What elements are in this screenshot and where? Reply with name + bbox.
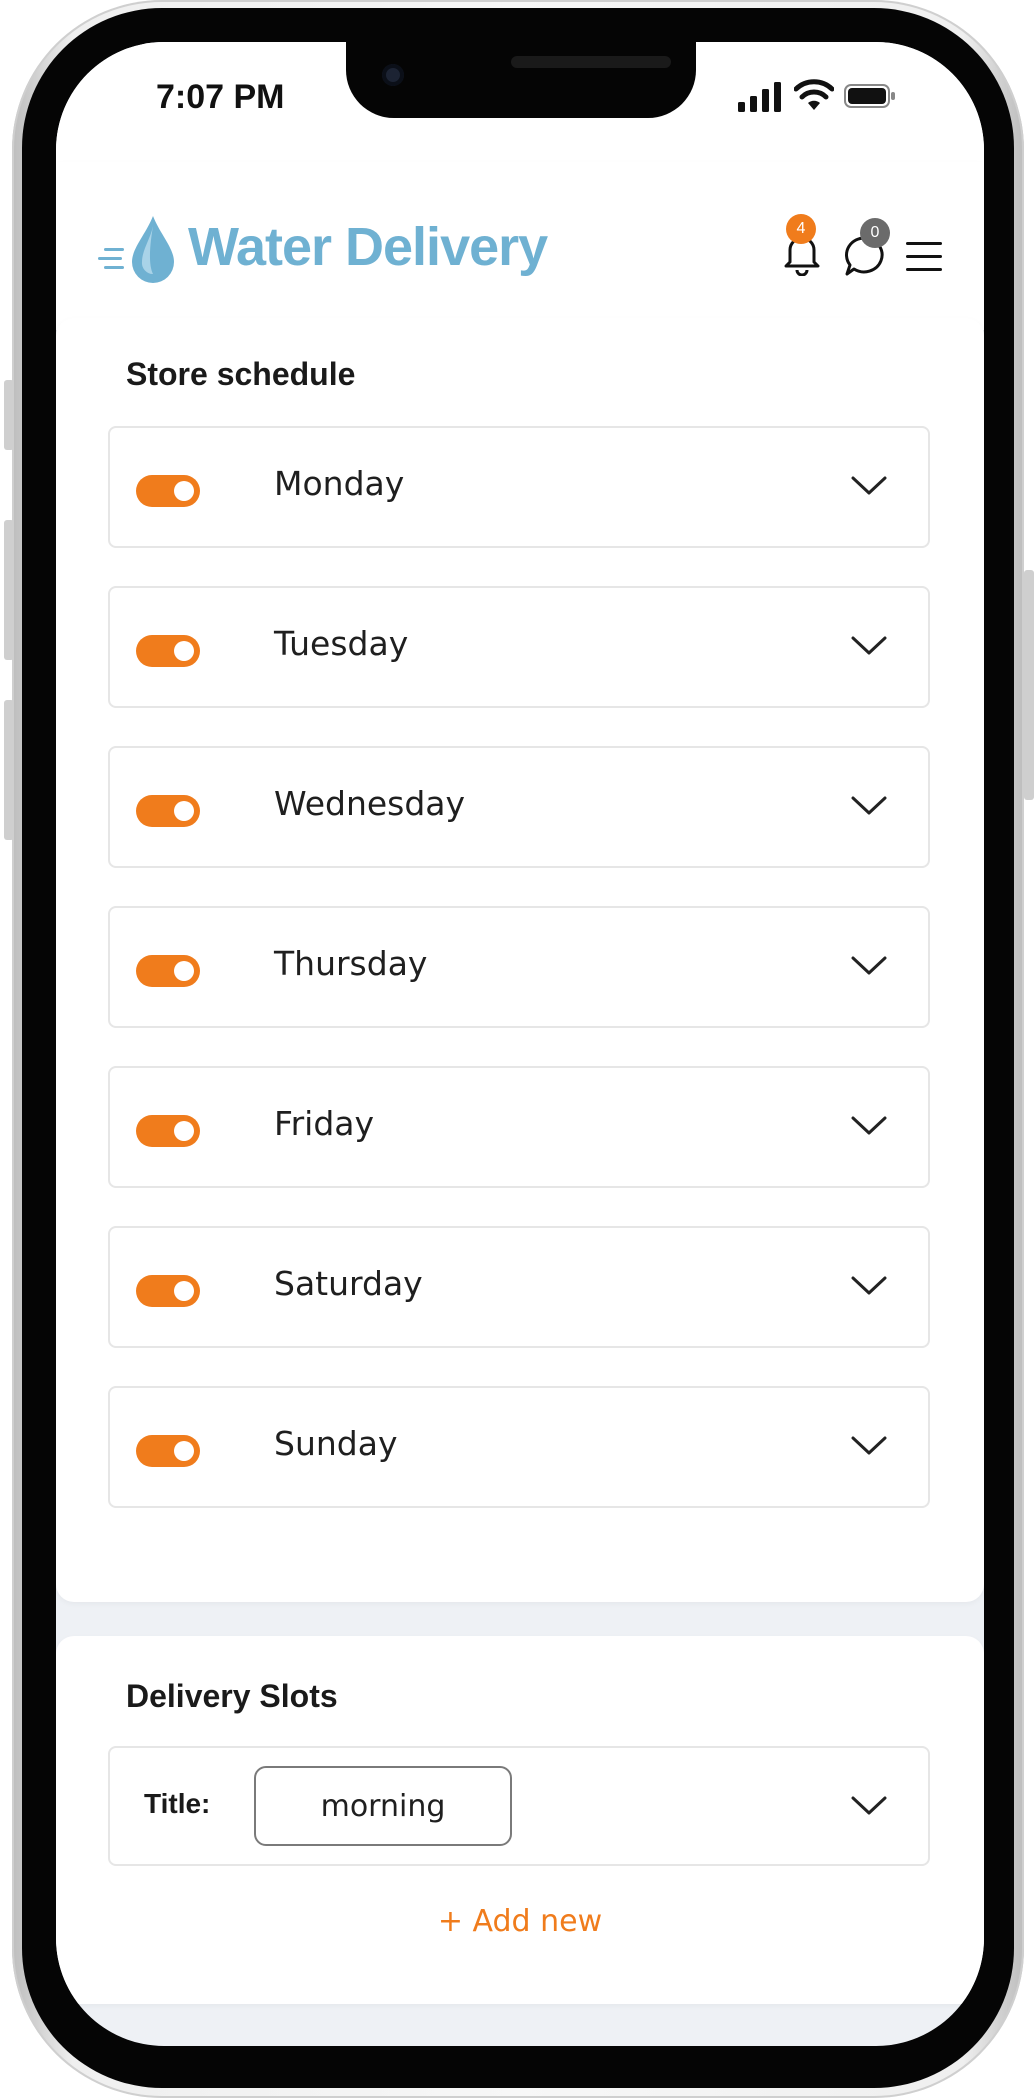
app-logo-text: Water Delivery <box>188 217 548 277</box>
day-label: Tuesday <box>274 624 409 663</box>
chevron-down-icon[interactable] <box>850 1794 888 1818</box>
toggle-knob <box>174 1281 194 1301</box>
phone-screen: 7:07 PM Water Delivery 4 0 Store schedul… <box>56 42 984 2046</box>
schedule-row-wednesday[interactable]: Wednesday <box>108 746 930 868</box>
day-label: Saturday <box>274 1264 423 1303</box>
battery-icon <box>844 84 895 108</box>
toggle-knob <box>174 1441 194 1461</box>
messages-count-badge: 0 <box>860 218 890 248</box>
logo-speed-lines-icon <box>98 248 124 269</box>
wednesday-toggle[interactable] <box>136 795 200 827</box>
front-camera <box>382 64 404 86</box>
day-label: Wednesday <box>274 784 466 823</box>
chevron-down-icon[interactable] <box>850 1434 888 1458</box>
toggle-knob <box>174 641 194 661</box>
volume-up-button <box>4 520 14 660</box>
volume-down-button <box>4 700 14 840</box>
delivery-slots-title: Delivery Slots <box>126 1678 338 1714</box>
cellular-signal-icon <box>738 82 781 112</box>
chevron-down-icon[interactable] <box>850 954 888 978</box>
chevron-down-icon[interactable] <box>850 474 888 498</box>
slot-title-label: Title: <box>144 1788 211 1819</box>
delivery-slots-card: Delivery Slots Title: + Add new <box>56 1636 984 2004</box>
chevron-down-icon[interactable] <box>850 794 888 818</box>
chevron-down-icon[interactable] <box>850 634 888 658</box>
schedule-row-thursday[interactable]: Thursday <box>108 906 930 1028</box>
water-drop-logo-icon <box>132 216 174 283</box>
day-label: Thursday <box>274 944 428 983</box>
chevron-down-icon[interactable] <box>850 1274 888 1298</box>
app-header: Water Delivery 4 0 <box>56 162 984 330</box>
toggle-knob <box>174 481 194 501</box>
sunday-toggle[interactable] <box>136 1435 200 1467</box>
day-label: Sunday <box>274 1424 398 1463</box>
store-schedule-title: Store schedule <box>126 356 356 392</box>
store-schedule-card: Store schedule Monday Tuesday Wednesday … <box>56 318 984 1602</box>
toggle-knob <box>174 801 194 821</box>
power-button <box>1024 570 1034 800</box>
tuesday-toggle[interactable] <box>136 635 200 667</box>
thursday-toggle[interactable] <box>136 955 200 987</box>
saturday-toggle[interactable] <box>136 1275 200 1307</box>
slot-title-input[interactable] <box>254 1766 512 1846</box>
toggle-knob <box>174 961 194 981</box>
schedule-row-monday[interactable]: Monday <box>108 426 930 548</box>
day-label: Friday <box>274 1104 375 1143</box>
schedule-row-saturday[interactable]: Saturday <box>108 1226 930 1348</box>
add-new-slot-button[interactable]: + Add new <box>56 1904 984 1939</box>
schedule-row-friday[interactable]: Friday <box>108 1066 930 1188</box>
notification-count-badge: 4 <box>786 214 816 244</box>
monday-toggle[interactable] <box>136 475 200 507</box>
mute-switch <box>4 380 14 450</box>
friday-toggle[interactable] <box>136 1115 200 1147</box>
toggle-knob <box>174 1121 194 1141</box>
delivery-slot-row[interactable]: Title: <box>108 1746 930 1866</box>
schedule-row-sunday[interactable]: Sunday <box>108 1386 930 1508</box>
schedule-row-tuesday[interactable]: Tuesday <box>108 586 930 708</box>
earpiece <box>511 56 671 68</box>
hamburger-menu-icon[interactable] <box>904 240 944 274</box>
wifi-icon <box>794 79 834 110</box>
status-time: 7:07 PM <box>156 78 285 116</box>
chevron-down-icon[interactable] <box>850 1114 888 1138</box>
day-label: Monday <box>274 464 405 503</box>
